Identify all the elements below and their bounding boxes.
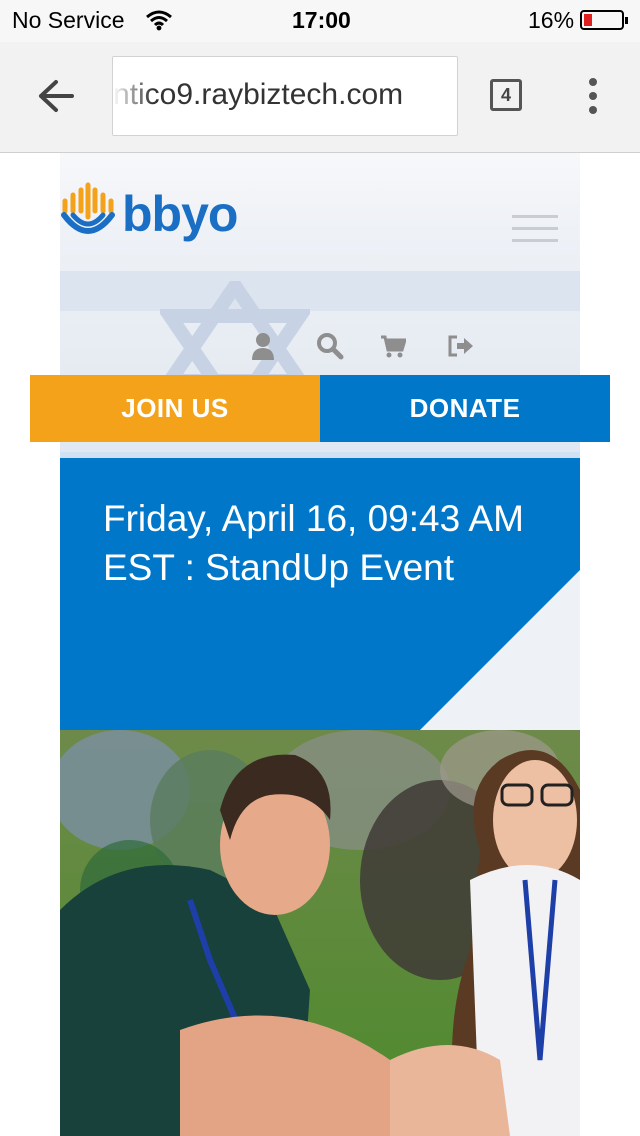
url-text: nticо9.raybiztech.com xyxy=(113,78,404,111)
url-bar[interactable]: nticо9.raybiztech.com xyxy=(112,56,458,136)
carrier-label: No Service xyxy=(12,7,125,33)
cta-bar: JOIN US DONATE xyxy=(30,375,610,442)
hamburger-menu-icon[interactable] xyxy=(512,215,558,243)
more-menu-icon[interactable] xyxy=(585,76,601,116)
logout-icon[interactable] xyxy=(447,334,475,358)
join-us-button[interactable]: JOIN US xyxy=(30,375,320,442)
clock: 17:00 xyxy=(292,7,351,33)
utility-nav xyxy=(60,329,580,369)
bbyo-logo[interactable]: bbyo xyxy=(60,181,260,245)
battery-percent: 16% xyxy=(528,7,575,33)
battery-icon xyxy=(580,10,628,30)
back-arrow-icon[interactable] xyxy=(38,79,74,113)
donate-button[interactable]: DONATE xyxy=(320,375,610,442)
cart-icon[interactable] xyxy=(380,335,406,359)
students-photo xyxy=(60,730,580,1136)
event-photo xyxy=(60,730,580,1136)
status-bar: No Service 17:00 16% xyxy=(0,0,640,42)
user-icon[interactable] xyxy=(251,332,275,360)
search-icon[interactable] xyxy=(316,332,344,360)
menorah-logo-icon xyxy=(61,182,115,234)
tab-switcher-button[interactable]: 4 xyxy=(490,79,522,111)
event-panel: Friday, April 16, 09:43 AM EST : StandUp… xyxy=(60,458,580,730)
wifi-icon xyxy=(146,10,172,31)
logo-text: bbyo xyxy=(122,186,238,242)
event-title[interactable]: Friday, April 16, 09:43 AM EST : StandUp… xyxy=(103,494,543,592)
